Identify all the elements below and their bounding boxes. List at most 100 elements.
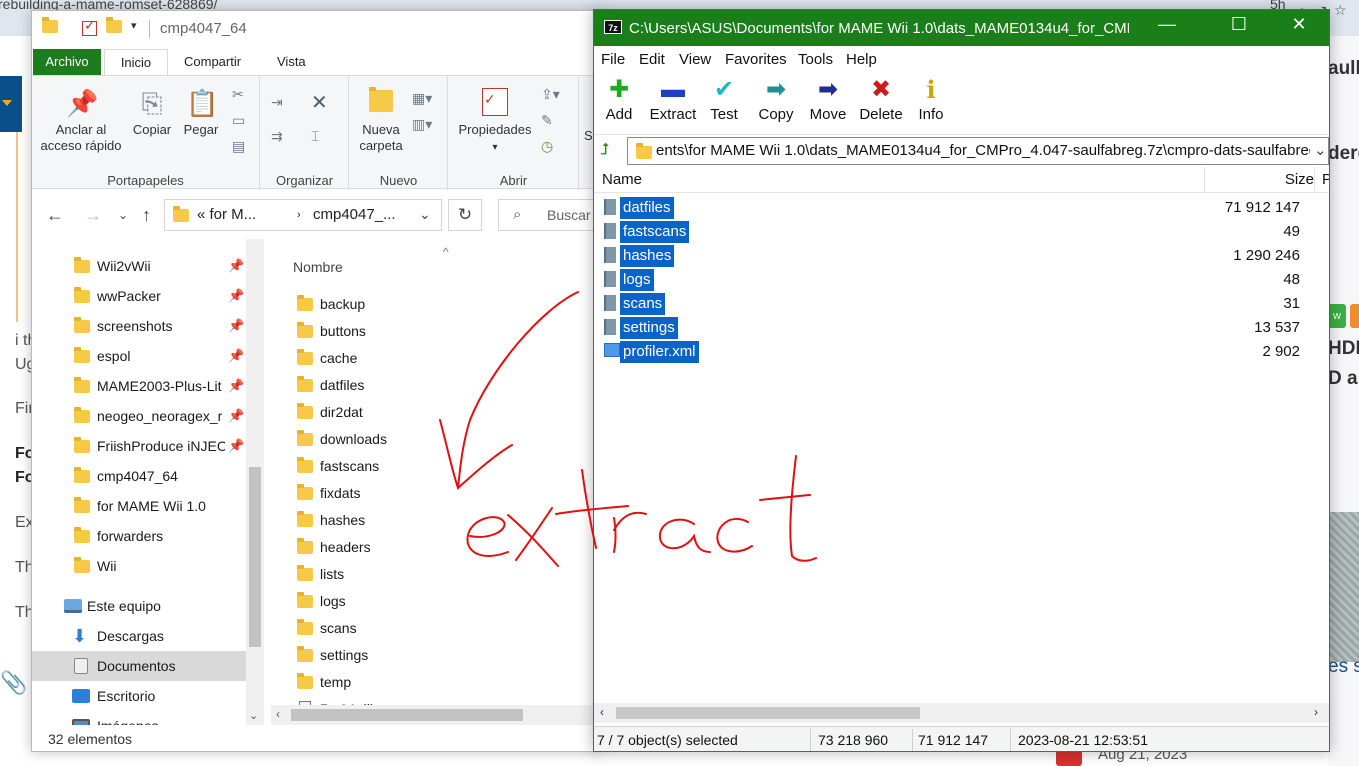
cut-icon[interactable]: ✂ [232, 86, 244, 103]
nav-item[interactable]: Wii2vWii 📌 [32, 251, 246, 281]
menu-help[interactable]: Help [846, 51, 877, 68]
scroll-thumb[interactable] [291, 709, 523, 721]
archive-list-hscrollbar[interactable]: ‹ › [594, 703, 1329, 723]
delete-x-icon[interactable]: ✕ [311, 90, 328, 115]
easy-access-icon[interactable]: ▥▾ [412, 116, 432, 133]
table-row[interactable]: hashes 1 290 246 [594, 243, 1329, 267]
nav-item[interactable]: cmp4047_64 [32, 461, 246, 491]
table-row[interactable]: settings 13 537 [594, 315, 1329, 339]
move-button[interactable]: ➡ Move [806, 73, 850, 135]
copy-path-icon[interactable]: ▭ [232, 112, 245, 129]
breadcrumb[interactable]: cmp4047_... [313, 206, 396, 223]
tab-archivo[interactable]: Archivo [33, 49, 101, 75]
info-button[interactable]: i Info [912, 73, 950, 135]
edit-icon[interactable]: ✎ [541, 112, 553, 129]
file-list-hscrollbar[interactable]: ‹ [271, 705, 600, 725]
forward-arrow-icon[interactable]: → [84, 205, 102, 226]
test-button[interactable]: ✔ Test [704, 73, 744, 135]
pin-label-line-1: Anclar al [55, 122, 107, 137]
close-icon[interactable]: ✕ [1276, 14, 1322, 35]
nav-item[interactable]: Wii [32, 551, 246, 581]
nav-item-images[interactable]: Imágenes [32, 711, 246, 725]
scroll-right-icon[interactable]: › [1314, 705, 1318, 719]
copy-button[interactable]: ➡ Copy [754, 73, 798, 135]
background-menu-button[interactable] [0, 76, 22, 132]
extract-button[interactable]: ▬ Extract [644, 73, 702, 135]
address-bar-row: ← → ⌄ ↑ « for M... › cmp4047_... ⌄ ↻ ⌕ B… [32, 195, 600, 237]
open-icon[interactable]: ⇪▾ [541, 86, 560, 103]
breadcrumb[interactable]: « for M... [197, 206, 256, 223]
nav-item-desktop[interactable]: Escritorio [32, 681, 246, 711]
table-row[interactable]: profiler.xml 2 902 [594, 339, 1329, 363]
back-arrow-icon[interactable]: ← [46, 205, 64, 226]
scroll-left-icon[interactable]: ‹ [276, 707, 280, 721]
table-row[interactable]: datfiles 71 912 147 [594, 195, 1329, 219]
column-divider[interactable] [1204, 167, 1205, 193]
tab-inicio[interactable]: Inicio [104, 49, 168, 75]
new-item-icon[interactable]: ▦▾ [412, 90, 432, 107]
menu-edit[interactable]: Edit [639, 51, 665, 68]
paperclip-icon[interactable]: 📎 [0, 670, 27, 696]
column-header-size[interactable]: Size [1234, 171, 1314, 188]
folder-icon [74, 287, 90, 303]
nav-item[interactable]: neogeo_neoragex_r 📌 [32, 401, 246, 431]
column-divider[interactable] [1314, 167, 1315, 193]
pin-quick-access-button[interactable]: 📌 Anclar al acceso rápido [38, 88, 124, 154]
delete-button[interactable]: ✖ Delete [856, 73, 906, 135]
scroll-left-icon[interactable]: ‹ [600, 705, 604, 719]
copy-to-icon[interactable]: ⇉ [271, 128, 283, 145]
nav-item-documents[interactable]: Documentos [32, 651, 246, 681]
nav-item[interactable]: MAME2003-Plus-Lit 📌 [32, 371, 246, 401]
menu-view[interactable]: View [679, 51, 711, 68]
rename-icon[interactable]: ⌶ [311, 128, 319, 145]
up-arrow-icon[interactable]: ↑ [142, 205, 151, 226]
up-folder-icon[interactable]: ⮥ [600, 141, 609, 159]
minimize-icon[interactable]: — [1144, 14, 1190, 35]
scroll-thumb[interactable] [249, 467, 261, 647]
add-button[interactable]: ✚ Add [598, 73, 640, 135]
table-row[interactable]: fastscans 49 [594, 219, 1329, 243]
menu-favorites[interactable]: Favorites [725, 51, 787, 68]
tab-vista[interactable]: Vista [265, 49, 318, 75]
path-box[interactable]: « for M... › cmp4047_... ⌄ [164, 199, 442, 231]
path-input[interactable]: ents\for MAME Wii 1.0\dats_MAME0134u4_fo… [627, 137, 1329, 165]
table-row[interactable]: scans 31 [594, 291, 1329, 315]
menu-tools[interactable]: Tools [798, 51, 833, 68]
search-input[interactable]: ⌕ Buscar [498, 199, 600, 231]
nav-item[interactable]: espol 📌 [32, 341, 246, 371]
nav-item[interactable]: wwPacker 📌 [32, 281, 246, 311]
new-folder-icon[interactable] [106, 17, 122, 37]
paste-button[interactable]: 📋 Pegar [178, 88, 224, 138]
7zip-title-bar[interactable]: 7z C:\Users\ASUS\Documents\for MAME Wii … [594, 10, 1329, 46]
star-icon[interactable]: ☆ [1334, 2, 1347, 19]
nav-item[interactable]: screenshots 📌 [32, 311, 246, 341]
recent-chevron-icon[interactable]: ⌄ [118, 208, 128, 222]
column-header-packed[interactable]: P [1322, 171, 1329, 188]
nav-item[interactable]: FriishProduce iNJEC 📌 [32, 431, 246, 461]
copy-button[interactable]: ⎘ Copiar [128, 88, 176, 138]
nav-scrollbar[interactable]: ⌄ [246, 239, 264, 725]
refresh-button[interactable]: ↻ [448, 199, 482, 231]
scroll-thumb[interactable] [616, 707, 920, 719]
explorer-title-bar[interactable]: ▾ cmp4047_64 [32, 11, 600, 47]
new-folder-button[interactable]: Nueva carpeta [356, 87, 406, 154]
scroll-down-icon[interactable]: ⌄ [249, 709, 258, 722]
nav-item[interactable]: for MAME Wii 1.0 [32, 491, 246, 521]
customize-dropdown-icon[interactable]: ▾ [131, 19, 137, 32]
tab-compartir[interactable]: Compartir [172, 49, 253, 75]
menu-file[interactable]: File [601, 51, 625, 68]
nav-item[interactable]: forwarders [32, 521, 246, 551]
column-header-name[interactable]: Nombre [293, 259, 343, 275]
history-icon[interactable]: ◷ [541, 138, 553, 155]
table-row[interactable]: logs 48 [594, 267, 1329, 291]
maximize-icon[interactable]: ☐ [1216, 14, 1262, 35]
chevron-down-icon[interactable]: ⌄ [419, 206, 431, 223]
paste-shortcut-icon[interactable]: ▤ [232, 138, 245, 155]
nav-item-downloads[interactable]: ⬇ Descargas [32, 621, 246, 651]
move-to-icon[interactable]: ⇥ [271, 94, 283, 111]
chevron-down-icon[interactable]: ⌄ [1310, 141, 1327, 159]
properties-check-icon[interactable] [82, 17, 97, 40]
properties-button[interactable]: Propiedades ▾ [455, 84, 535, 156]
column-header-name[interactable]: Name [602, 171, 642, 188]
nav-item-this-pc[interactable]: Este equipo [32, 591, 246, 621]
